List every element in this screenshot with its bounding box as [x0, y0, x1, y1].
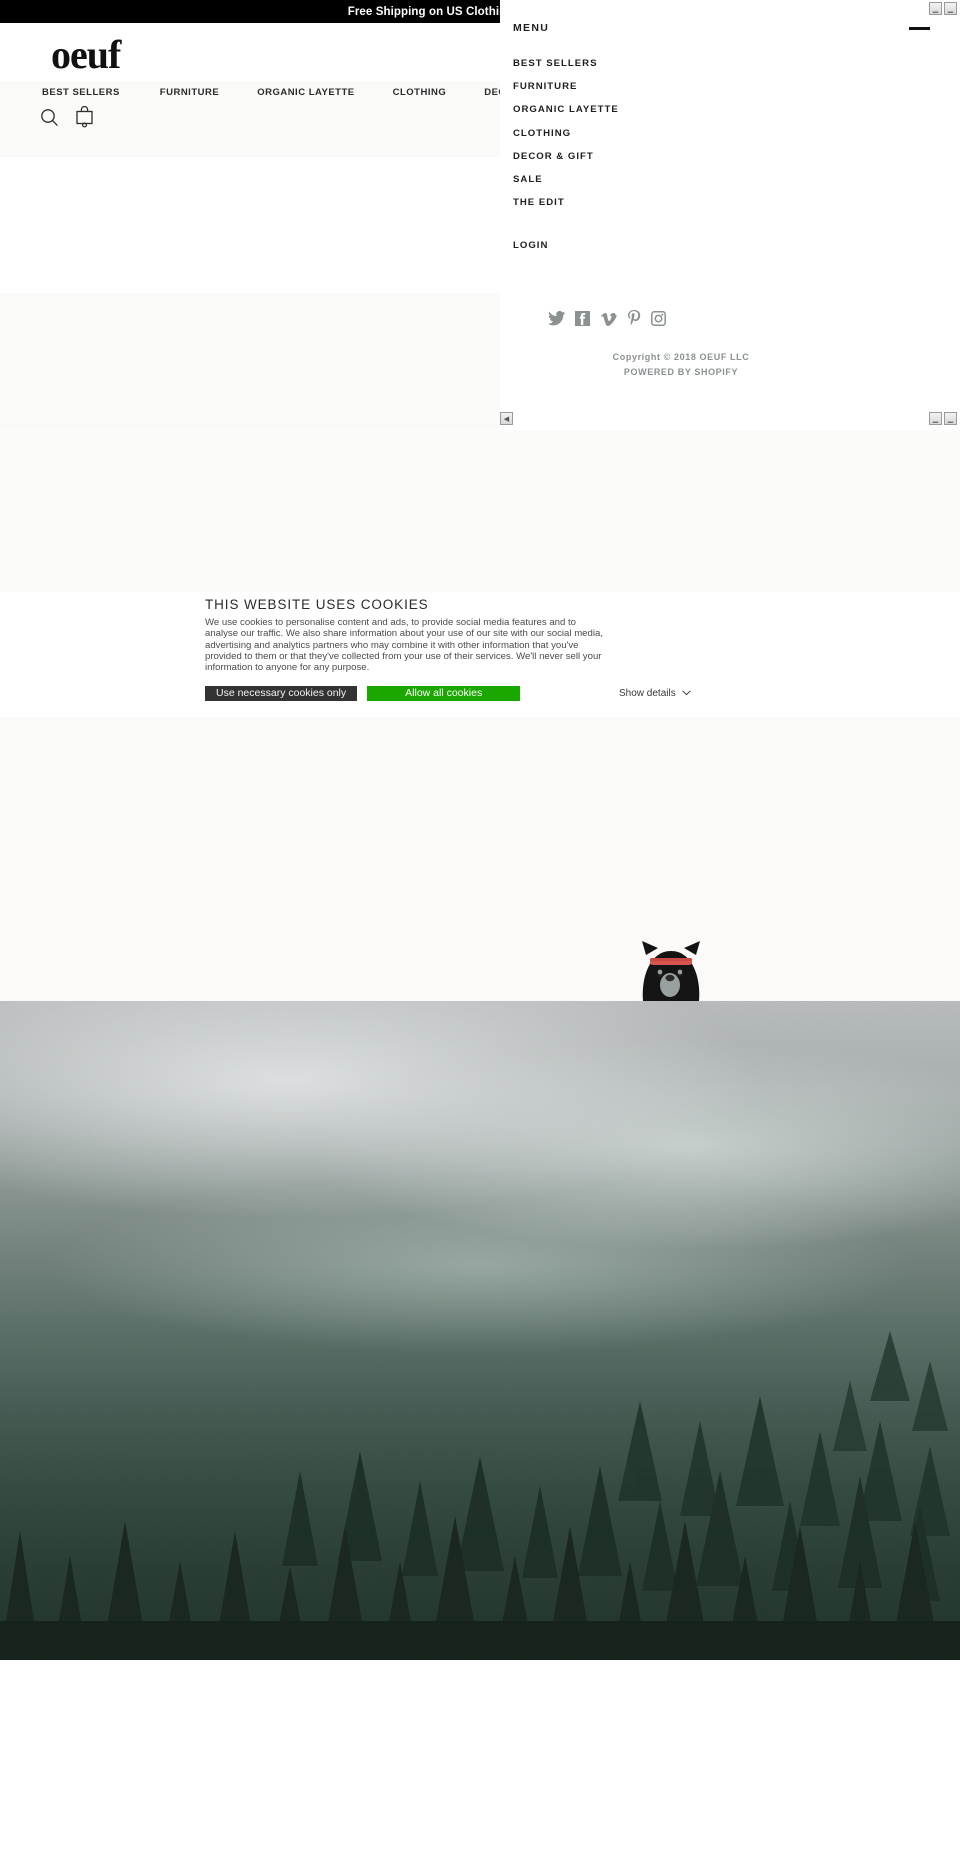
pinterest-icon[interactable] [627, 310, 641, 326]
menu-item-clothing[interactable]: CLOTHING [513, 128, 571, 139]
menu-item-organic-layette[interactable]: ORGANIC LAYETTE [513, 104, 619, 115]
window-maximize-button-secondary[interactable]: ▁ [944, 412, 957, 425]
nav-item-organic-layette[interactable]: ORGANIC LAYETTE [257, 87, 354, 98]
cart-icon[interactable] [75, 106, 94, 128]
overlay-footer-legal: Copyright © 2018 OEUF LLC POWERED BY SHO… [546, 350, 816, 380]
show-details-toggle[interactable]: Show details [619, 688, 691, 699]
show-details-label: Show details [619, 688, 676, 699]
window-maximize-button[interactable]: ▁ [944, 2, 957, 15]
mid-content-band [0, 428, 960, 598]
site-logo[interactable]: oeuf [51, 35, 121, 75]
cookie-consent-banner: THIS WEBSITE USES COOKIES We use cookies… [0, 592, 960, 717]
page-root: Free Shipping on US Clothing Orders over… [0, 0, 960, 1875]
search-icon[interactable] [40, 108, 59, 127]
powered-by-text: POWERED BY SHOPIFY [623, 367, 739, 377]
pre-photo-band [0, 838, 960, 1001]
window-controls-mid: ▁ ▁ [929, 412, 957, 425]
social-links-row [548, 310, 666, 326]
menu-item-furniture[interactable]: FURNITURE [513, 81, 577, 92]
cookie-banner-actions: Use necessary cookies only Allow all coo… [205, 686, 521, 701]
nav-item-best-sellers[interactable]: BEST SELLERS [42, 87, 120, 98]
window-controls-top: ▁ ▁ [929, 2, 957, 15]
nav-item-furniture[interactable]: FURNITURE [160, 87, 219, 98]
chevron-down-icon [681, 688, 691, 699]
page-bottom-area [0, 1660, 960, 1875]
menu-item-best-sellers[interactable]: BEST SELLERS [513, 58, 598, 69]
vimeo-icon[interactable] [600, 311, 617, 326]
menu-item-the-edit[interactable]: THE EDIT [513, 197, 565, 208]
menu-overlay-item[interactable]: ORGANIC LAYETTE [513, 98, 619, 121]
nav-item-clothing[interactable]: CLOTHING [393, 87, 447, 98]
copyright-text: Copyright © 2018 OEUF LLC [612, 352, 750, 362]
facebook-icon[interactable] [575, 310, 590, 326]
window-scroll-left-button[interactable]: ◀ [500, 412, 513, 425]
nav-icon-row [40, 106, 94, 128]
allow-all-cookies-button[interactable]: Allow all cookies [367, 686, 521, 701]
cookie-banner-body: We use cookies to personalise content an… [205, 617, 603, 674]
cookie-banner-title: THIS WEBSITE USES COOKIES [205, 597, 429, 612]
menu-overlay-item[interactable]: FURNITURE [513, 75, 619, 98]
menu-login-link[interactable]: LOGIN [513, 240, 548, 251]
close-icon[interactable] [909, 27, 930, 30]
bear-mascot-illustration [632, 925, 710, 1001]
window-minimize-button-secondary[interactable]: ▁ [929, 412, 942, 425]
window-minimize-button[interactable]: ▁ [929, 2, 942, 15]
instagram-icon[interactable] [651, 310, 666, 326]
menu-overlay-panel: MENU BEST SELLERS FURNITURE ORGANIC LAYETT… [500, 0, 960, 430]
twitter-icon[interactable] [548, 310, 565, 326]
menu-overlay-item[interactable]: SALE [513, 168, 619, 191]
menu-overlay-item[interactable]: THE EDIT [513, 191, 619, 214]
menu-overlay-item[interactable]: CLOTHING [513, 122, 619, 145]
menu-overlay-heading: MENU [513, 22, 550, 34]
menu-overlay-item[interactable]: BEST SELLERS [513, 52, 619, 75]
forest-grain-overlay [0, 1001, 960, 1660]
use-necessary-cookies-button[interactable]: Use necessary cookies only [205, 686, 358, 701]
menu-overlay-list: BEST SELLERS FURNITURE ORGANIC LAYETTE CLOT… [513, 52, 619, 214]
menu-item-sale[interactable]: SALE [513, 174, 543, 185]
menu-overlay-item[interactable]: DECOR & GIFT [513, 145, 619, 168]
window-controls-left: ◀ [500, 412, 513, 425]
menu-item-decor-gift[interactable]: DECOR & GIFT [513, 151, 594, 162]
forest-photo [0, 1001, 960, 1660]
